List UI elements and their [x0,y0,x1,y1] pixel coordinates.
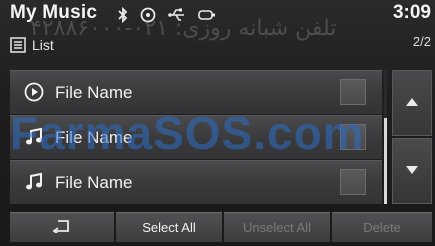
list-item-label: File Name [55,173,133,192]
back-arrow-icon [52,219,72,236]
watermark-persian: تلفن شبانه روزی: ۰۲۱-۴۲۸۸۶۰۰۰ [30,16,337,41]
watermark-logo: FarmaSOS.com [10,107,365,159]
back-button[interactable] [10,212,114,242]
play-circle-icon [24,82,44,102]
scroll-down-button[interactable] [392,138,432,204]
clock: 3:09 [392,2,431,23]
bottom-toolbar: Select All Unselect All Delete [10,212,432,242]
list-mode-label: List [32,37,54,53]
item-checkbox[interactable] [340,169,366,195]
scrollbar[interactable] [384,118,387,204]
arrow-up-icon [405,94,419,112]
delete-button[interactable]: Delete [332,212,432,242]
list-item-label: File Name [55,83,133,102]
music-note-icon [24,172,44,192]
arrow-down-icon [405,162,419,180]
scroll-up-button[interactable] [392,70,432,136]
list-icon [10,37,26,53]
item-checkbox[interactable] [340,79,366,105]
music-list-screen: My Music 3:09 تلفن شبانه روزی: ۰۲۱-۴۲۸۸۶… [0,0,435,246]
select-all-button[interactable]: Select All [116,212,222,242]
page-indicator: 2/2 [412,34,431,49]
unselect-all-button[interactable]: Unselect All [224,212,330,242]
list-mode-indicator: List [10,35,54,55]
list-item[interactable]: File Name [10,160,382,204]
